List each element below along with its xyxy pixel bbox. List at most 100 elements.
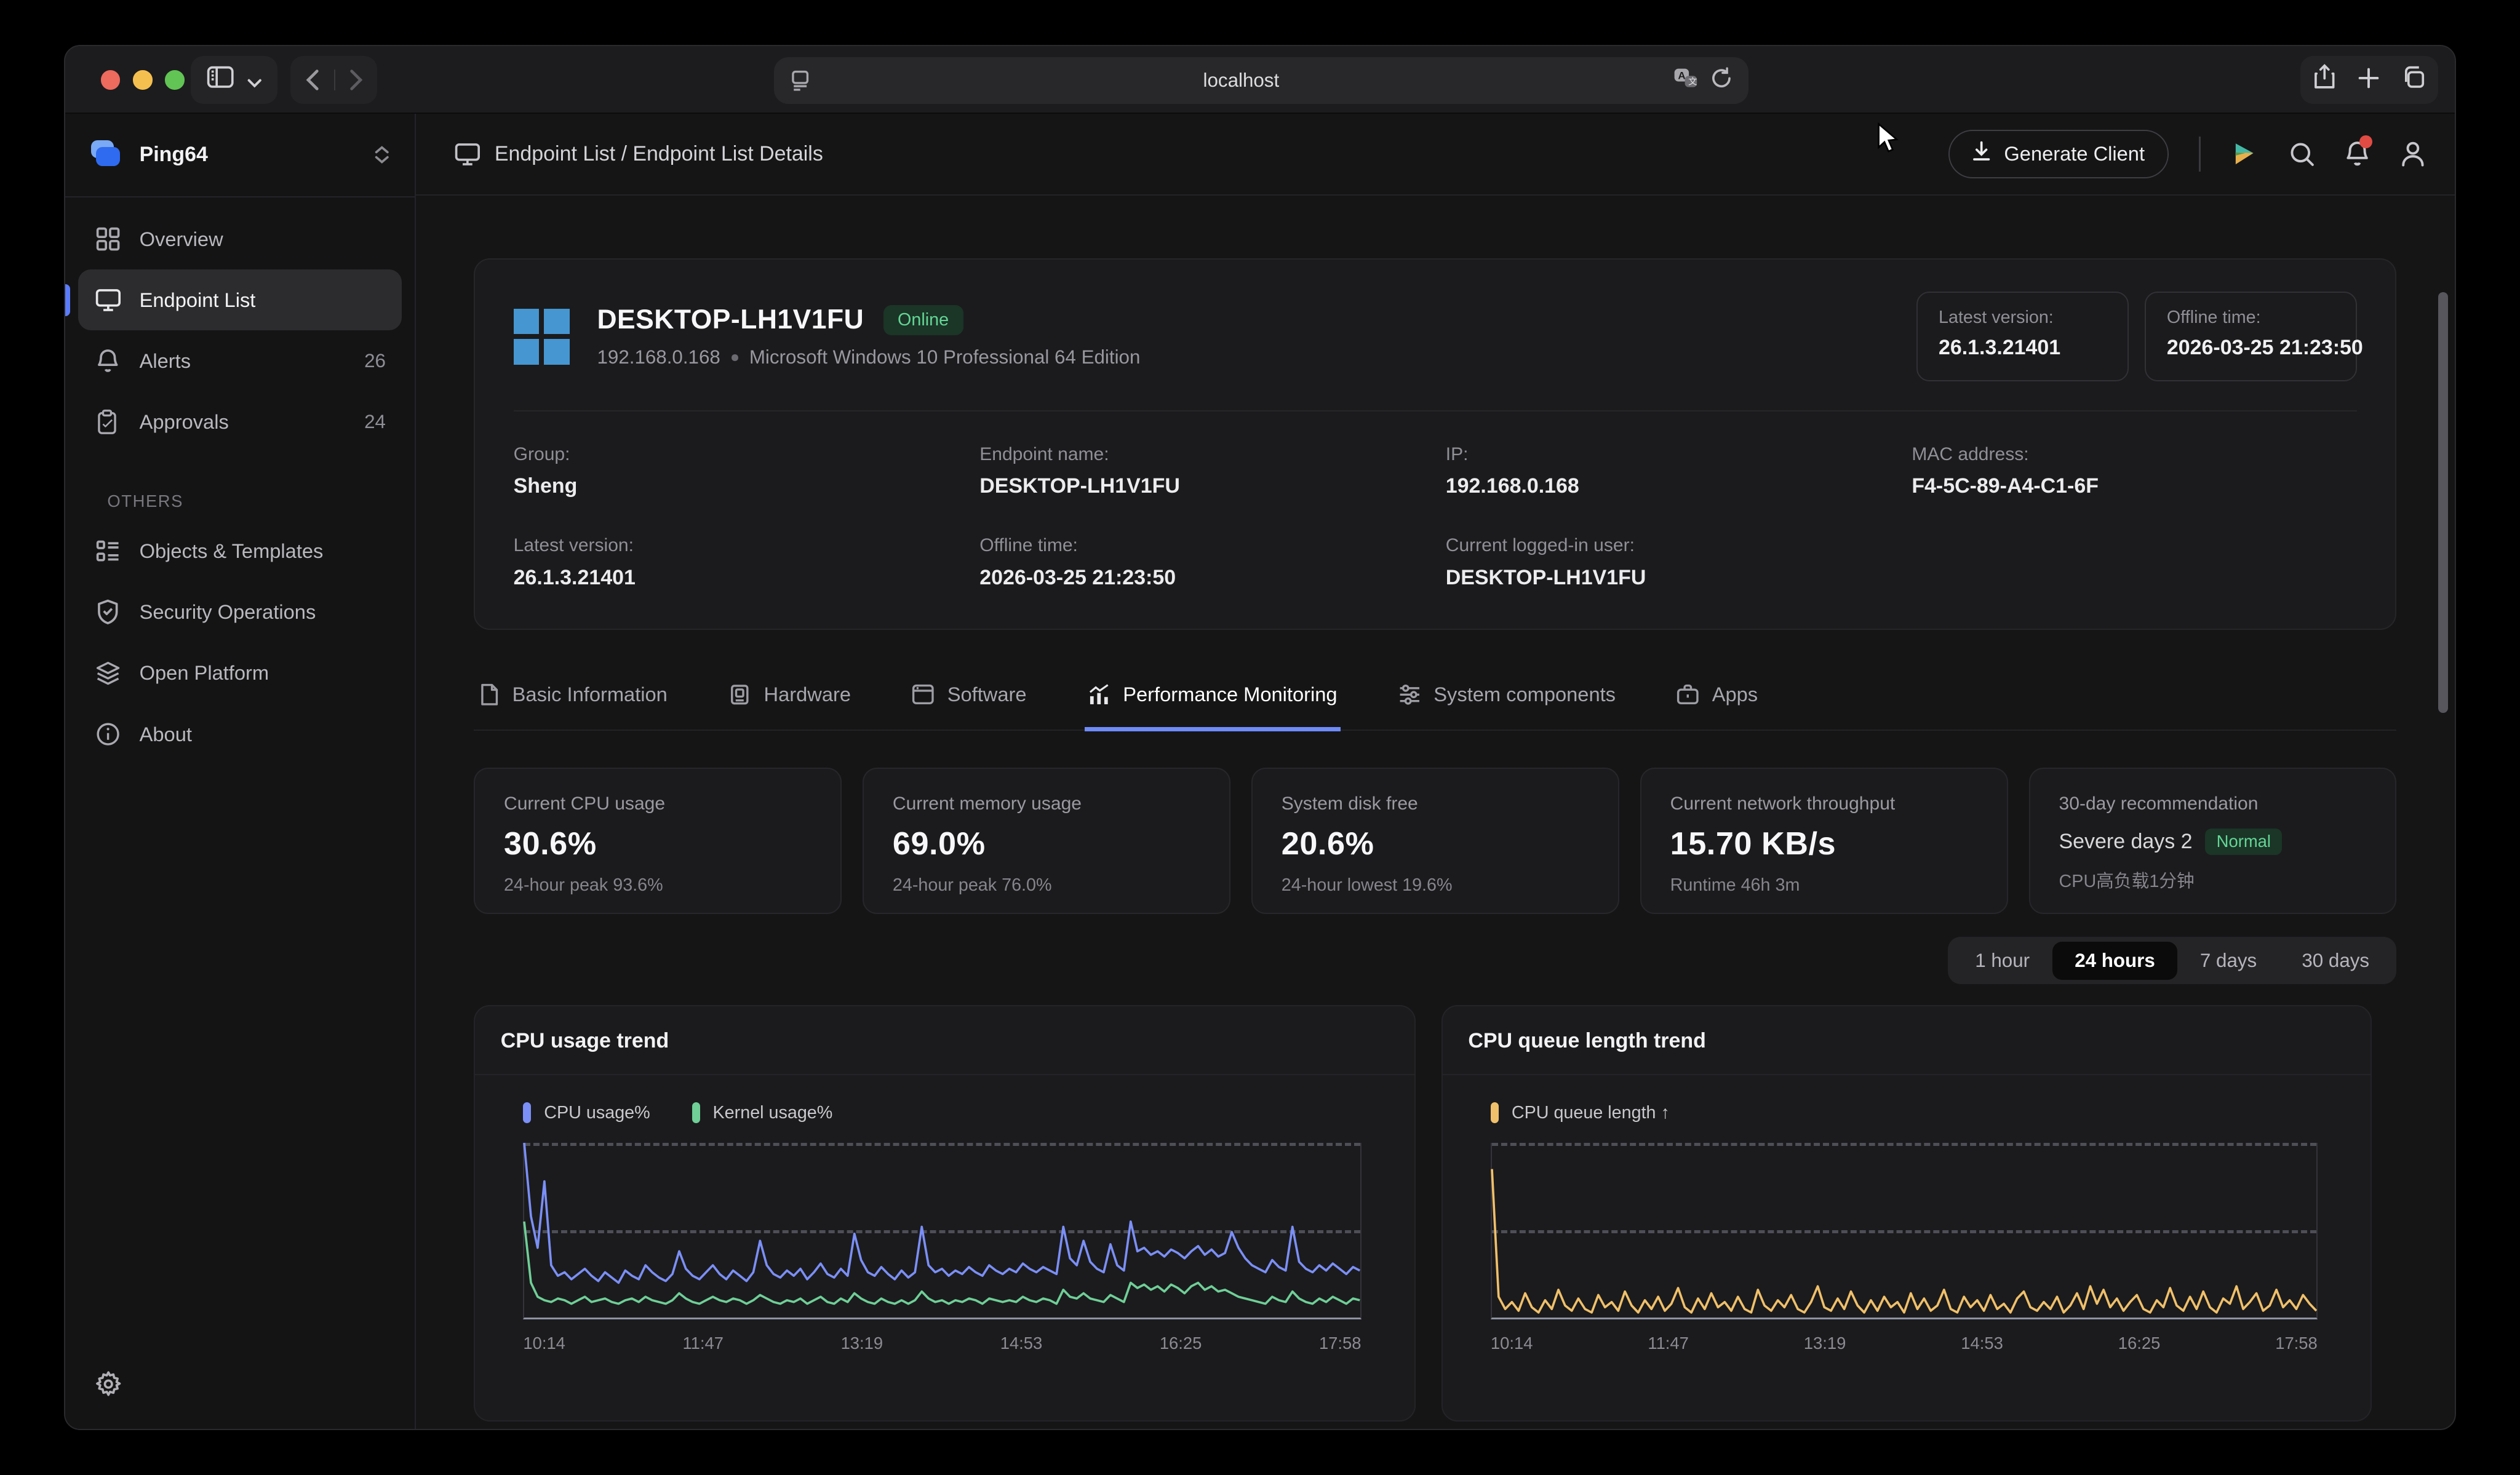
approvals-count-badge: 24 xyxy=(364,411,386,433)
cpu-queue-trend-card: CPU queue length trend CPU queue length … xyxy=(1441,1005,2372,1421)
stat-cards-row: Current CPU usage 30.6% 24-hour peak 93.… xyxy=(474,768,2396,914)
svg-text:A: A xyxy=(1678,70,1685,81)
sidebar: Ping64 Overview xyxy=(65,114,415,1429)
back-button[interactable] xyxy=(290,70,334,90)
tab-overview-icon[interactable] xyxy=(2401,65,2425,95)
cpu-usage-trend-card: CPU usage trend CPU usage% Kernel usage% xyxy=(474,1005,1416,1421)
alerts-count-badge: 26 xyxy=(364,350,386,372)
chevron-up-down-icon xyxy=(375,146,389,164)
sidebar-item-label: Approvals xyxy=(140,410,229,434)
clipboard-check-icon xyxy=(94,409,121,435)
titlebar-right-group xyxy=(2300,56,2439,104)
sidebar-item-objects-templates[interactable]: Objects & Templates xyxy=(78,520,402,581)
sidebar-item-endpoint-list[interactable]: Endpoint List xyxy=(78,269,402,330)
legend-marker xyxy=(1491,1102,1499,1123)
sidebar-item-overview[interactable]: Overview xyxy=(78,209,402,269)
offline-time-value: 2026-03-25 21:23:50 xyxy=(2167,336,2335,360)
detail-tabs: Basic Information Hardware xyxy=(474,680,2396,731)
sidebar-item-label: Endpoint List xyxy=(140,288,256,312)
tab-hardware[interactable]: Hardware xyxy=(725,680,854,731)
notification-dot xyxy=(2359,135,2372,148)
zoom-window-button[interactable] xyxy=(165,70,184,89)
legend-cpu-usage[interactable]: CPU usage% xyxy=(523,1102,650,1123)
reload-icon[interactable] xyxy=(1711,66,1732,95)
chart-icon xyxy=(1088,683,1110,706)
browser-window: localhost A文 xyxy=(64,45,2455,1430)
sliders-icon xyxy=(1398,683,1421,706)
minimize-window-button[interactable] xyxy=(133,70,152,89)
tab-software[interactable]: Software xyxy=(909,680,1030,731)
device-name: DESKTOP-LH1V1FU xyxy=(597,304,864,335)
app-logo-icon xyxy=(91,140,123,169)
range-7-days[interactable]: 7 days xyxy=(2177,942,2279,980)
legend-marker xyxy=(523,1102,531,1123)
legend-kernel-usage[interactable]: Kernel usage% xyxy=(692,1102,833,1123)
info-empty xyxy=(1912,535,2356,590)
offline-time-box: Offline time: 2026-03-25 21:23:50 xyxy=(2145,292,2357,381)
sidebar-item-open-platform[interactable]: Open Platform xyxy=(78,643,402,704)
new-tab-icon[interactable] xyxy=(2358,65,2379,95)
search-icon[interactable] xyxy=(2289,141,2315,167)
tab-system-components[interactable]: System components xyxy=(1395,680,1619,731)
cpu-queue-line xyxy=(1492,1143,2316,1318)
chart-legend: CPU usage% Kernel usage% xyxy=(523,1102,1414,1123)
close-window-button[interactable] xyxy=(101,70,120,89)
cpu-queue-plot[interactable] xyxy=(1491,1143,2318,1319)
shield-check-icon xyxy=(94,599,121,625)
sidebar-item-label: Open Platform xyxy=(140,661,269,685)
notifications-bell-icon[interactable] xyxy=(2345,140,2369,167)
info-offline-time: Offline time: 2026-03-25 21:23:50 xyxy=(979,535,1446,590)
traffic-lights xyxy=(101,70,185,89)
device-summary-card: DESKTOP-LH1V1FU Online 192.168.0.168 Mic… xyxy=(474,258,2396,630)
time-range-control: 1 hour 24 hours 7 days 30 days xyxy=(1948,937,2397,985)
sidebar-item-label: Objects & Templates xyxy=(140,539,324,563)
sidebar-item-approvals[interactable]: Approvals 24 xyxy=(78,392,402,453)
info-circle-icon xyxy=(94,722,121,746)
windows-logo-icon xyxy=(514,309,570,365)
latest-version-value: 26.1.3.21401 xyxy=(1939,336,2107,360)
settings-gear-icon[interactable] xyxy=(95,1370,122,1404)
sidebar-item-about[interactable]: About xyxy=(78,704,402,765)
sidebar-item-security-operations[interactable]: Security Operations xyxy=(78,582,402,643)
workspace-switcher[interactable]: Ping64 xyxy=(65,114,414,197)
vertical-scrollbar[interactable] xyxy=(2438,292,2448,713)
sidebar-item-label: About xyxy=(140,723,192,746)
app-name: Ping64 xyxy=(140,143,375,167)
range-1-hour[interactable]: 1 hour xyxy=(1953,942,2052,980)
document-icon xyxy=(480,683,499,706)
tab-apps[interactable]: Apps xyxy=(1673,680,1761,731)
history-nav-group xyxy=(290,56,377,104)
info-group: Group: Sheng xyxy=(514,444,980,499)
bell-icon xyxy=(94,348,121,374)
share-icon[interactable] xyxy=(2313,64,2336,96)
breadcrumb-text: Endpoint List / Endpoint List Details xyxy=(495,142,823,166)
sidebar-item-alerts[interactable]: Alerts 26 xyxy=(78,330,402,391)
download-icon xyxy=(1972,141,1991,167)
sidebar-toggle-button[interactable] xyxy=(191,56,277,104)
status-badge: Online xyxy=(883,305,963,335)
info-latest-version: Latest version: 26.1.3.21401 xyxy=(514,535,980,590)
translate-icon[interactable]: A文 xyxy=(1673,66,1699,95)
tab-performance-monitoring[interactable]: Performance Monitoring xyxy=(1085,680,1341,731)
active-indicator xyxy=(65,284,70,316)
monitor-icon xyxy=(455,142,480,166)
generate-client-label: Generate Client xyxy=(2004,142,2145,165)
forward-button[interactable] xyxy=(334,70,378,90)
info-endpoint-name: Endpoint name: DESKTOP-LH1V1FU xyxy=(979,444,1446,499)
hardware-icon xyxy=(728,683,751,706)
info-logged-in-user: Current logged-in user: DESKTOP-LH1V1FU xyxy=(1446,535,1912,590)
app-window-icon xyxy=(912,684,935,705)
address-bar[interactable]: localhost A文 xyxy=(774,57,1748,104)
assistant-logo-icon[interactable] xyxy=(2231,140,2258,167)
chart-legend: CPU queue length ↑ xyxy=(1491,1102,2370,1123)
legend-cpu-queue-length[interactable]: CPU queue length ↑ xyxy=(1491,1102,1670,1123)
app-header: Endpoint List / Endpoint List Details Ge… xyxy=(416,114,2455,196)
tab-basic-information[interactable]: Basic Information xyxy=(477,680,671,731)
cpu-load-note: CPU高负载1分钟 xyxy=(2059,867,2367,893)
generate-client-button[interactable]: Generate Client xyxy=(1948,130,2169,178)
range-30-days[interactable]: 30 days xyxy=(2279,942,2392,980)
content-scroll-area[interactable]: DESKTOP-LH1V1FU Online 192.168.0.168 Mic… xyxy=(416,196,2455,1429)
cpu-usage-plot[interactable] xyxy=(523,1143,1361,1319)
range-24-hours[interactable]: 24 hours xyxy=(2052,942,2178,980)
user-avatar-icon[interactable] xyxy=(2400,140,2426,167)
